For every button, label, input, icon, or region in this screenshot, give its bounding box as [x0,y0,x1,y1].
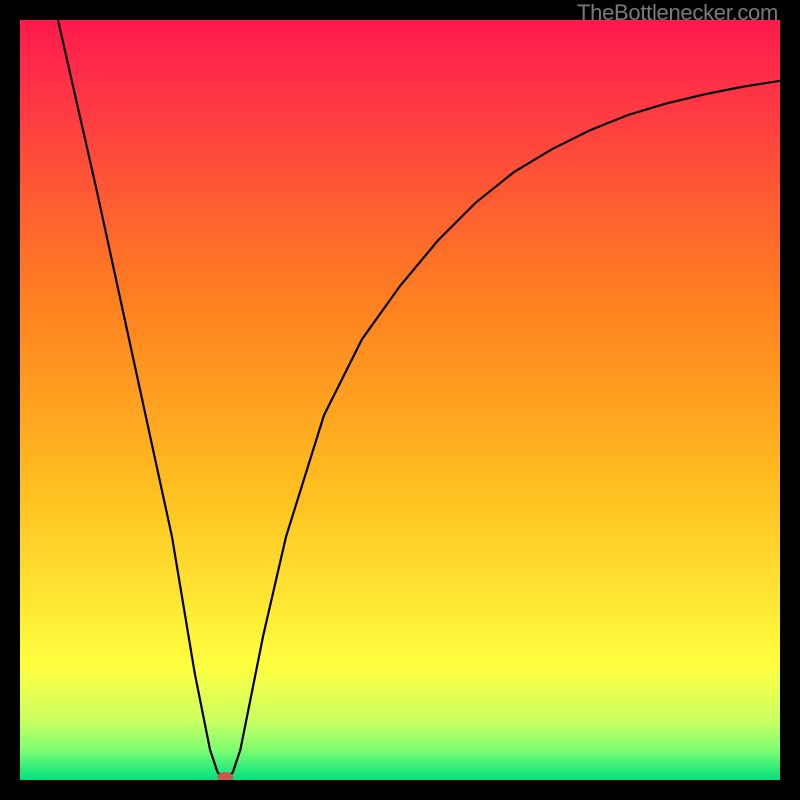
watermark: TheBottlenecker.com [577,0,778,26]
bottleneck-curve [58,20,780,780]
chart-container: TheBottlenecker.com [0,0,800,800]
plot-area [20,20,780,780]
curve-svg [20,20,780,780]
